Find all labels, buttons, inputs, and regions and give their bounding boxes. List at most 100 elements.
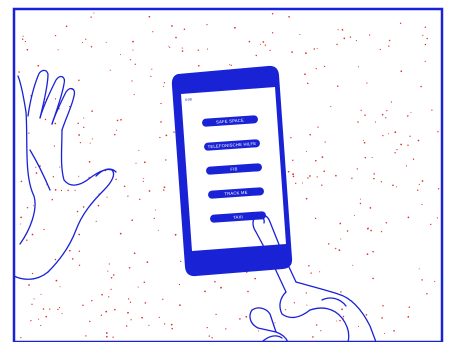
confetti-dot xyxy=(387,133,390,135)
confetti-dot xyxy=(78,79,80,82)
confetti-dot xyxy=(21,38,24,40)
confetti-dot xyxy=(114,308,116,311)
confetti-dot xyxy=(380,230,383,233)
confetti-dot xyxy=(65,25,68,28)
confetti-dot xyxy=(437,131,439,133)
confetti-dot xyxy=(148,190,151,192)
confetti-dot xyxy=(393,329,395,332)
illustration-canvas: 9:08 SAFE SPACE TELEFONISCHE HILFE FIB T… xyxy=(12,7,444,342)
confetti-dot xyxy=(234,26,236,29)
confetti-dot xyxy=(112,274,115,276)
confetti-dot xyxy=(165,134,168,137)
confetti-dot xyxy=(422,34,424,36)
confetti-dot xyxy=(301,182,304,184)
confetti-dot xyxy=(220,286,222,289)
confetti-dot xyxy=(418,268,420,270)
confetti-dot xyxy=(356,168,358,170)
confetti-dot xyxy=(248,40,251,43)
confetti-dot xyxy=(24,40,26,43)
confetti-dot xyxy=(143,161,146,164)
confetti-dot xyxy=(143,281,146,284)
confetti-dot xyxy=(40,293,42,295)
confetti-dot xyxy=(305,292,307,294)
confetti-dot xyxy=(95,220,97,222)
confetti-dot xyxy=(180,260,182,263)
confetti-dot xyxy=(358,325,360,327)
confetti-dot xyxy=(323,65,326,68)
confetti-dot xyxy=(309,133,311,136)
confetti-dot xyxy=(169,47,171,49)
confetti-dot xyxy=(407,216,410,219)
confetti-dot xyxy=(392,184,394,187)
confetti-dot xyxy=(362,139,364,142)
confetti-dot xyxy=(183,28,186,30)
confetti-dot xyxy=(130,319,132,321)
confetti-dot xyxy=(141,316,143,319)
confetti-dot xyxy=(309,175,311,177)
confetti-dot xyxy=(426,293,428,295)
confetti-dot xyxy=(305,150,308,152)
confetti-dot xyxy=(197,64,200,67)
confetti-dot xyxy=(154,209,156,211)
confetti-dot xyxy=(313,48,316,50)
confetti-dot xyxy=(343,37,346,40)
confetti-dot xyxy=(37,64,40,67)
confetti-dot xyxy=(330,106,332,108)
confetti-dot xyxy=(132,49,134,51)
confetti-dot xyxy=(110,277,113,279)
confetti-dot xyxy=(54,122,57,125)
confetti-dot xyxy=(28,284,30,286)
confetti-dot xyxy=(339,319,341,322)
confetti-dot xyxy=(58,307,61,309)
confetti-dot xyxy=(420,85,422,88)
confetti-dot xyxy=(262,41,265,43)
confetti-dot xyxy=(120,118,122,121)
confetti-dot xyxy=(292,173,294,176)
confetti-dot xyxy=(160,121,162,123)
confetti-dot xyxy=(71,258,74,260)
confetti-dot xyxy=(271,32,274,34)
confetti-dot xyxy=(357,66,359,68)
confetti-dot xyxy=(119,232,122,235)
confetti-dot xyxy=(370,229,372,232)
confetti-dot xyxy=(247,290,249,293)
confetti-dot xyxy=(360,109,362,112)
confetti-dot xyxy=(125,325,128,327)
confetti-dot xyxy=(372,250,374,253)
confetti-dot xyxy=(400,143,402,146)
confetti-dot xyxy=(162,298,164,300)
confetti-dot xyxy=(293,302,296,304)
confetti-dot xyxy=(239,318,241,320)
confetti-dot xyxy=(171,25,173,27)
confetti-dot xyxy=(89,320,91,323)
confetti-dot xyxy=(274,322,276,324)
confetti-dot xyxy=(312,336,314,338)
confetti-dot xyxy=(366,253,369,255)
confetti-dot xyxy=(409,135,411,137)
confetti-dot xyxy=(88,161,91,163)
confetti-dot xyxy=(373,173,375,175)
confetti-dot xyxy=(359,202,362,205)
confetti-dot xyxy=(230,64,232,67)
confetti-dot xyxy=(101,293,103,296)
confetti-dot xyxy=(105,335,108,338)
confetti-dot xyxy=(168,45,170,47)
confetti-dot xyxy=(424,60,426,62)
confetti-dot xyxy=(284,309,287,311)
confetti-dot xyxy=(208,335,210,337)
confetti-dot xyxy=(108,263,110,265)
confetti-dot xyxy=(335,174,337,177)
confetti-dot xyxy=(31,303,33,305)
confetti-dot xyxy=(90,45,93,48)
confetti-dot xyxy=(365,313,368,316)
confetti-dot xyxy=(426,37,428,40)
confetti-dot xyxy=(436,217,438,219)
confetti-dot xyxy=(135,162,137,164)
confetti-dot xyxy=(310,272,312,274)
confetti-dot xyxy=(339,222,342,225)
confetti-dot xyxy=(28,132,30,134)
confetti-dot xyxy=(308,265,310,267)
confetti-dot xyxy=(259,43,262,45)
confetti-dot xyxy=(131,219,134,222)
confetti-dot xyxy=(152,31,154,33)
